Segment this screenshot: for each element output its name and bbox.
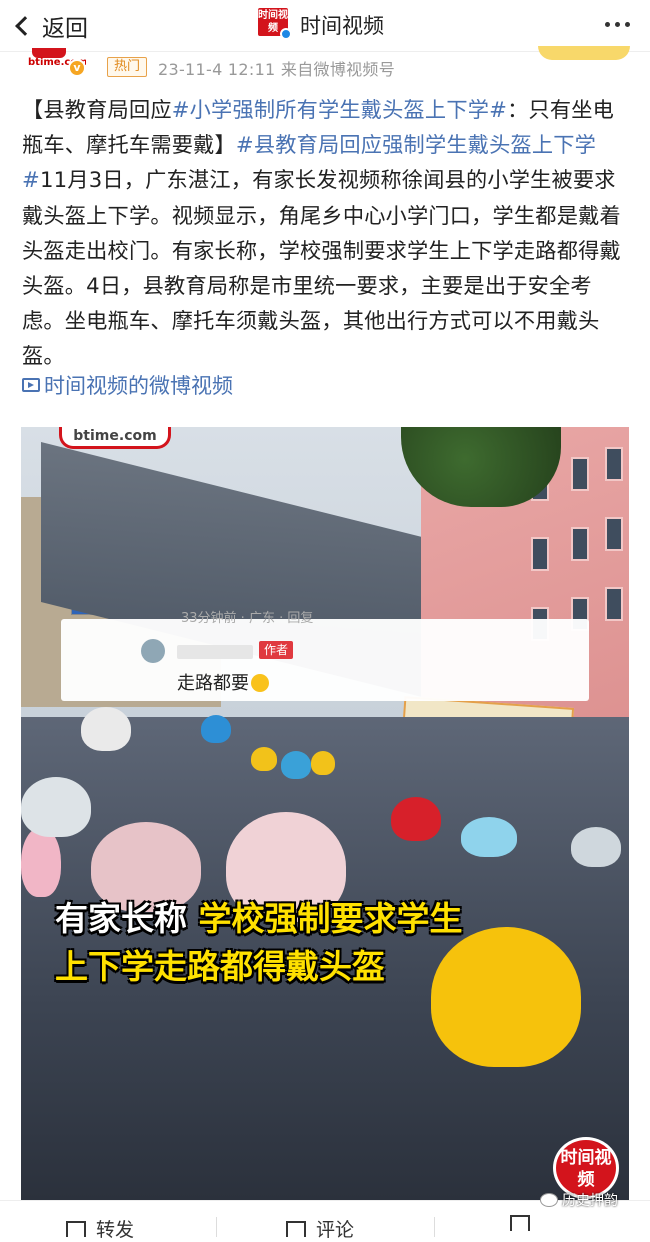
comment-text: 走路都要 — [177, 673, 249, 694]
post-text: 【县教育局回应#小学强制所有学生戴头盔上下学#：只有坐电瓶车、摩托车需要戴】#县… — [22, 92, 634, 374]
topic-link[interactable]: #小学强制所有学生戴头盔上下学# — [172, 97, 507, 122]
comment-button[interactable]: 评论 — [286, 1215, 354, 1242]
helmet-shape — [311, 751, 335, 775]
post-meta-row: btime.com v 热门 23-11-4 12:11 来自微博视频号 — [0, 46, 650, 86]
follow-button[interactable] — [538, 46, 630, 60]
like-button[interactable] — [510, 1215, 530, 1231]
chevron-left-icon — [15, 16, 35, 36]
helmet-shape — [391, 797, 441, 841]
dot-icon — [615, 22, 620, 27]
wechat-icon — [540, 1193, 558, 1207]
helmet-shape — [21, 827, 61, 897]
repost-button[interactable]: 转发 — [66, 1215, 134, 1242]
laughing-emoji-icon — [251, 674, 269, 692]
verified-icon — [280, 28, 292, 40]
source-watermark-text: 历史押韵 — [562, 1193, 618, 1209]
dot-icon — [605, 22, 610, 27]
window-shape — [571, 457, 589, 491]
account-header[interactable]: 时间视频 时间视频 — [258, 8, 384, 42]
window-shape — [605, 517, 623, 551]
caption-white: 有家长称 — [55, 899, 199, 938]
helmet-shape — [281, 751, 311, 779]
video-caption: 有家长称 学校强制要求学生 上下学走路都得戴头盔 — [55, 895, 463, 991]
helmet-shape — [251, 747, 277, 771]
window-shape — [531, 537, 549, 571]
commenter-avatar — [141, 639, 165, 663]
helmet-shape — [21, 777, 91, 837]
back-button[interactable]: 返回 — [15, 10, 88, 42]
comment-meta: 33分钟前 · 广东 · 回复 — [181, 611, 314, 626]
window-shape — [571, 527, 589, 561]
video-link[interactable]: 时间视频的微博视频 — [22, 370, 233, 400]
back-label: 返回 — [42, 16, 88, 42]
verified-badge-icon: v — [68, 59, 86, 77]
hot-badge: 热门 — [107, 57, 148, 77]
video-player[interactable]: btime.com 33分钟前 · 广东 · 回复 作者 走路都要 有家长称 学… — [21, 427, 629, 1200]
like-icon — [510, 1215, 530, 1231]
repost-label: 转发 — [96, 1219, 135, 1241]
post-lead: 【县教育局回应 — [22, 97, 172, 122]
post-body: 11月3日，广东湛江，有家长发视频称徐闻县的小学生被要求戴头盔上下学。视频显示，… — [22, 167, 621, 369]
caption-yellow-1: 学校强制要求学生 — [198, 899, 463, 938]
dot-icon — [625, 22, 630, 27]
video-link-label: 时间视频的微博视频 — [44, 374, 233, 398]
caption-yellow-2: 上下学走路都得戴头盔 — [55, 947, 385, 986]
site-badge: btime.com — [59, 427, 171, 449]
post-time-source: 23-11-4 12:11 来自微博视频号 — [158, 60, 396, 79]
window-shape — [605, 587, 623, 621]
helmet-shape — [81, 707, 131, 751]
video-icon — [22, 378, 40, 392]
top-nav-bar: 返回 时间视频 时间视频 — [0, 0, 650, 52]
comment-icon — [286, 1220, 306, 1237]
repost-icon — [66, 1220, 86, 1237]
author-tag: 作者 — [259, 641, 294, 659]
divider — [216, 1217, 217, 1237]
helmet-shape — [571, 827, 621, 867]
more-options-button[interactable] — [605, 22, 630, 27]
comment-label: 评论 — [316, 1219, 355, 1241]
commenter-name-blurred — [177, 645, 253, 659]
page-title: 时间视频 — [300, 14, 384, 38]
helmet-shape — [201, 715, 231, 743]
video-comment-overlay: 33分钟前 · 广东 · 回复 作者 走路都要 — [61, 611, 589, 701]
source-watermark: 历史押韵 — [540, 1190, 618, 1210]
window-shape — [605, 447, 623, 481]
account-logo: 时间视频 — [258, 8, 292, 42]
divider — [434, 1217, 435, 1237]
helmet-shape — [461, 817, 517, 857]
comment-text-row: 走路都要 — [177, 669, 269, 695]
